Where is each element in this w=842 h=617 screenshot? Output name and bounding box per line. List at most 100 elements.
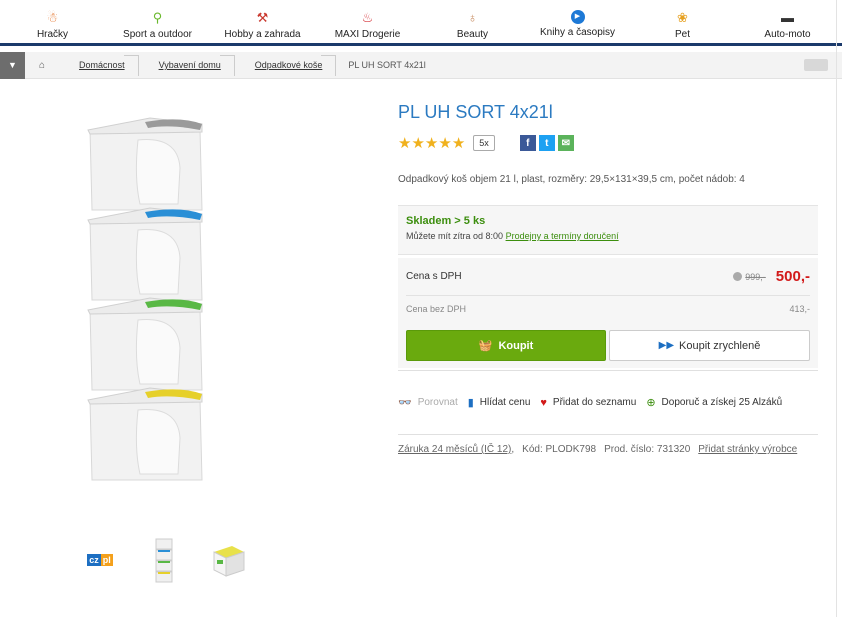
old-price: 999,- [733,272,766,282]
buy-fast-label: Koupit zrychleně [679,339,761,352]
stacked-bins-image [87,117,203,481]
play-icon: ▶ [570,10,585,24]
toy-icon: ☃ [46,10,59,25]
delivery-link[interactable]: Prodejny a termíny doručení [506,231,619,241]
stock-box: Skladem > 5 ks Můžete mít zítra od 8:00 … [398,205,818,255]
facebook-icon[interactable]: f [519,135,536,151]
product-number: Prod. číslo: 731320 [604,444,691,455]
nav-category-label: Pet [674,29,690,40]
bin-flap [135,319,181,385]
bicycle-icon: ⚲ [152,10,163,25]
breadcrumb-toggle[interactable]: ▼ [0,51,25,79]
chart-icon: ▮ [467,397,474,409]
nav-category-4[interactable]: ♁ Beauty [420,0,525,43]
thumbnail-product[interactable] [134,530,194,590]
glasses-icon: 👓 [398,397,412,409]
thumbnail-box-image [213,546,245,577]
stock-note: Můžete mít zítra od 8:00 Prodejny a term… [406,231,810,241]
breadcrumb-link[interactable]: Domácnost [79,60,125,70]
star-icon[interactable]: ★ [411,136,424,151]
twitter-icon[interactable]: t [538,135,555,151]
buy-button[interactable]: 🧺 Koupit [406,330,606,361]
stock-status: Skladem > 5 ks [406,215,486,227]
star-icon[interactable]: ★ [438,136,451,151]
perfume-icon: ♁ [467,10,478,25]
nav-category-label: MAXI Drogerie [334,29,401,40]
breadcrumb-item[interactable]: Odpadkové koše [235,52,337,79]
breadcrumb: ▼ ⌂ Domácnost Vybavení domu Odpadkové ko… [0,51,842,79]
watch-price-button[interactable]: ▮ Hlídat cenu [468,396,531,409]
star-icon[interactable]: ★ [398,136,411,151]
recommend-icon: ⊕ [646,397,656,409]
drill-icon: ⚒ [256,10,269,25]
breadcrumb-current: PL UH SORT 4x21l [348,60,426,70]
compare-label: Porovnat [417,397,458,408]
paw-icon: ❀ [677,10,688,25]
price-without-vat-label: Cena bez DPH [406,304,467,314]
car-icon: ▬ [781,10,794,25]
recommend-label: Doporuč a získej 25 Alzáků [661,397,783,408]
thumbnail-badge[interactable]: cz pl [70,530,130,590]
add-maker-page-link[interactable]: Přidat stránky výrobce [698,444,797,455]
price-without-vat-row: Cena bez DPH 413,- [406,296,810,322]
product-actions: 👓 Porovnat ▮ Hlídat cenu ♥ Přidat do sez… [398,370,818,435]
nav-category-label: Hobby a zahrada [224,29,301,40]
nav-category-label: Hračky [36,29,69,40]
bin-flap [135,409,181,475]
watch-price-label: Hlídat cenu [479,397,531,408]
nav-category-1[interactable]: ⚲ Sport a outdoor [105,0,210,43]
buy-fast-button[interactable]: ▶▶ Koupit zrychleně [609,330,810,361]
nav-category-label: Knihy a časopisy [539,27,616,38]
thumbnail-box[interactable] [198,530,258,590]
breadcrumb-link[interactable]: Odpadkové koše [255,60,323,70]
recommend-button[interactable]: ⊕ Doporuč a získej 25 Alzáků [646,396,782,409]
heart-icon: ♥ [540,396,547,409]
breadcrumb-item[interactable]: Vybavení domu [139,52,235,79]
category-nav: ☃ Hračky ⚲ Sport a outdoor ⚒ Hobby a zahrada ♨… [0,0,842,46]
current-price: 500,- [775,268,810,285]
nav-category-3[interactable]: ♨ MAXI Drogerie [315,0,420,43]
price-box: Cena s DPH 999,- 500,- Cena bez DPH 413,… [398,258,818,368]
wishlist-button[interactable]: ♥ Přidat do seznamu [540,397,636,409]
nav-category-7[interactable]: ▬ Auto-moto [735,0,840,43]
thumbnail-bins-image [155,538,173,583]
nav-category-label: Auto-moto [764,29,811,40]
price-label: Cena s DPH [406,271,462,282]
product-meta: Záruka 24 měsíců (IČ 12), Kód: PLODK798 … [398,444,798,455]
nav-category-0[interactable]: ☃ Hračky [0,0,105,43]
buy-buttons: 🧺 Koupit ▶▶ Koupit zrychleně [406,330,810,361]
warranty-link[interactable]: Záruka 24 měsíců (IČ 12) [398,444,511,455]
price-without-vat: 413,- [789,304,810,314]
cz-pl-badge: cz pl [87,554,113,566]
product-code: Kód: PLODK798 [522,444,597,455]
wishlist-label: Přidat do seznamu [552,397,637,408]
breadcrumb-item[interactable]: Domácnost [59,52,139,79]
email-icon[interactable]: ✉ [557,135,574,151]
nav-category-label: Sport a outdoor [123,29,192,40]
rating-row: ★ ★ ★ ★ ★ 5x f t ✉ [398,135,574,151]
price-row: Cena s DPH 999,- 500,- [406,258,810,296]
breadcrumb-tool[interactable] [804,59,828,71]
rating-count[interactable]: 5x [473,135,495,151]
nav-category-6[interactable]: ❀ Pet [630,0,735,43]
basket-icon: 🧺 [478,340,493,352]
home-icon[interactable]: ⌂ [25,52,59,79]
nav-category-2[interactable]: ⚒ Hobby a zahrada [210,0,315,43]
bin-flap [135,139,181,205]
thumbnail-strip: cz pl [70,530,262,590]
product-description: Odpadkový koš objem 21 l, plast, rozměry… [398,174,745,185]
breadcrumb-link[interactable]: Vybavení domu [159,60,221,70]
fast-forward-icon: ▶▶ [658,340,675,351]
nav-category-label: Beauty [456,29,489,40]
nav-category-5[interactable]: ▶ Knihy a časopisy [525,0,630,43]
star-icon[interactable]: ★ [425,136,438,151]
compare-button[interactable]: 👓 Porovnat [398,396,458,409]
product-title: PL UH SORT 4x21l [398,102,553,122]
page-edge [836,0,837,617]
product-image[interactable] [60,98,360,508]
star-icon[interactable]: ★ [452,136,465,151]
delivery-note: Můžete mít zítra od 8:00 [406,231,504,241]
spray-icon: ♨ [361,10,374,25]
bin-flap [135,229,181,295]
buy-label: Koupit [498,339,534,352]
